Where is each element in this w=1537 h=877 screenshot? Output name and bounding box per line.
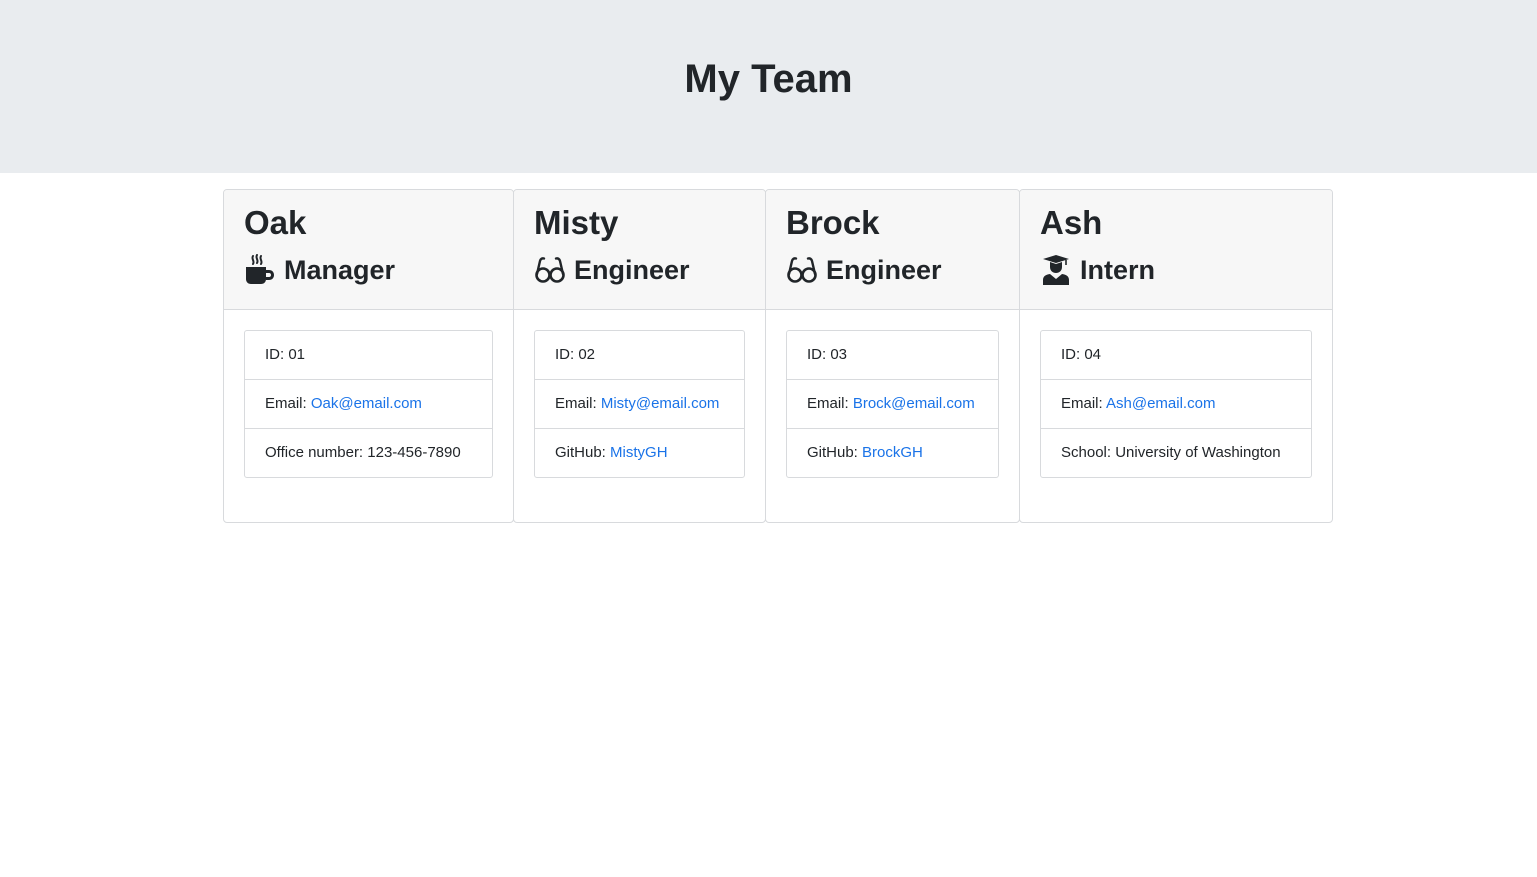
employee-id: ID: 02	[535, 331, 744, 380]
employee-email: Email: Oak@email.com	[245, 380, 492, 429]
role-label: Engineer	[574, 255, 690, 285]
office-number-value: 123-456-7890	[367, 444, 461, 461]
school-label: School:	[1061, 444, 1116, 461]
employee-id: ID: 03	[787, 331, 998, 380]
employee-card-intern: Ash Intern ID: 04 Email: Ash@email.com S…	[1019, 189, 1333, 523]
employee-email: Email: Brock@email.com	[787, 380, 998, 429]
card-header: Oak Manager	[224, 190, 513, 310]
email-link[interactable]: Oak@email.com	[311, 395, 422, 412]
school: School: University of Washington	[1041, 429, 1311, 477]
card-header: Misty Engineer	[514, 190, 765, 310]
employee-card-engineer: Brock Engineer ID: 03 Email: Brock@email…	[765, 189, 1020, 523]
employee-details: ID: 03 Email: Brock@email.com GitHub: Br…	[786, 330, 999, 478]
email-label: Email:	[1061, 395, 1107, 412]
employee-name: Oak	[244, 204, 307, 241]
employee-role: Intern	[1040, 252, 1155, 288]
employee-card-engineer: Misty Engineer ID: 02 Email: Misty@email…	[513, 189, 766, 523]
page-header: My Team	[0, 0, 1537, 173]
github-label: GitHub:	[555, 444, 611, 461]
card-header: Brock Engineer	[766, 190, 1019, 310]
school-value: University of Washington	[1115, 444, 1281, 461]
glasses-icon	[534, 254, 566, 286]
email-label: Email:	[807, 395, 853, 412]
employee-id: ID: 04	[1041, 331, 1311, 380]
role-label: Intern	[1080, 255, 1156, 285]
role-label: Manager	[284, 255, 396, 285]
office-number-label: Office number:	[265, 444, 368, 461]
email-link[interactable]: Brock@email.com	[853, 395, 975, 412]
role-label: Engineer	[826, 255, 942, 285]
email-link[interactable]: Misty@email.com	[601, 395, 720, 412]
employee-role: Manager	[244, 252, 395, 288]
employee-id: ID: 01	[245, 331, 492, 380]
employee-role: Engineer	[786, 252, 942, 288]
employee-card-manager: Oak Manager ID: 01 Email: Oak@email.com …	[223, 189, 514, 523]
github: GitHub: BrockGH	[787, 429, 998, 477]
coffee-mug-icon	[244, 254, 276, 286]
graduate-icon	[1040, 254, 1072, 286]
github-link[interactable]: MistyGH	[610, 444, 668, 461]
office-number: Office number: 123-456-7890	[245, 429, 492, 477]
employee-name: Ash	[1040, 204, 1103, 241]
employee-details: ID: 02 Email: Misty@email.com GitHub: Mi…	[534, 330, 745, 478]
employee-email: Email: Misty@email.com	[535, 380, 744, 429]
employee-role: Engineer	[534, 252, 690, 288]
email-label: Email:	[555, 395, 601, 412]
email-label: Email:	[265, 395, 311, 412]
employee-name: Misty	[534, 204, 619, 241]
employee-details: ID: 01 Email: Oak@email.com Office numbe…	[244, 330, 493, 478]
github-label: GitHub:	[807, 444, 863, 461]
github: GitHub: MistyGH	[535, 429, 744, 477]
github-link[interactable]: BrockGH	[862, 444, 923, 461]
employee-details: ID: 04 Email: Ash@email.com School: Univ…	[1040, 330, 1312, 478]
card-header: Ash Intern	[1020, 190, 1332, 310]
glasses-icon	[786, 254, 818, 286]
page-title: My Team	[684, 57, 853, 101]
employee-name: Brock	[786, 204, 880, 241]
employee-email: Email: Ash@email.com	[1041, 380, 1311, 429]
email-link[interactable]: Ash@email.com	[1106, 395, 1215, 412]
